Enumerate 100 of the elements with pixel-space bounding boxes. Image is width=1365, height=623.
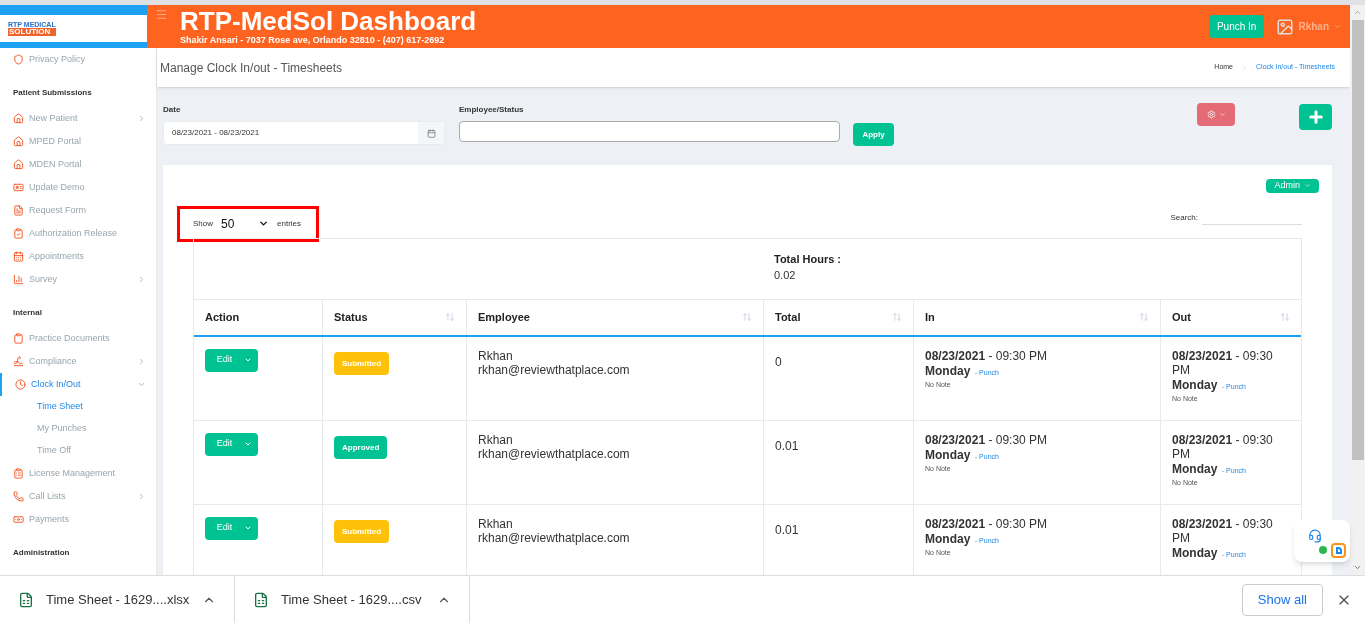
- sidebar-item[interactable]: Authorization Release: [0, 222, 156, 245]
- house-icon: [13, 113, 24, 124]
- chat-widget[interactable]: [1294, 520, 1350, 562]
- sidebar-heading: Administration: [12, 547, 71, 559]
- column-header[interactable]: Total: [764, 299, 914, 335]
- app-title: RTP-MedSol Dashboard: [180, 7, 477, 35]
- punch-day: Monday: [925, 363, 971, 378]
- punch-datetime: 08/23/2021 - 09:30 PM: [925, 348, 1049, 363]
- sidebar-heading: Internal: [12, 307, 43, 319]
- employee-status-label: Employee/Status: [459, 104, 525, 116]
- column-header[interactable]: Action: [194, 299, 323, 335]
- clipboard-list-icon: [13, 468, 24, 479]
- scrollbar-thumb[interactable]: [1351, 20, 1364, 460]
- punch-datetime: 08/23/2021 - 09:30 PM: [1172, 432, 1274, 461]
- settings-icon: [1206, 110, 1216, 119]
- punch-in-button[interactable]: Punch In: [1208, 15, 1265, 38]
- sidebar-item[interactable]: New Patient: [0, 107, 156, 130]
- employee-email: rkhan@reviewthatplace.com: [478, 362, 631, 377]
- column-header[interactable]: In: [914, 299, 1161, 335]
- user-menu[interactable]: Rkhan: [1298, 19, 1329, 34]
- settings-button[interactable]: [1197, 103, 1235, 126]
- employee-name: Rkhan: [478, 348, 514, 363]
- menu-icon[interactable]: [155, 8, 168, 21]
- employee-name: Rkhan: [478, 516, 514, 531]
- house-icon: [13, 136, 24, 147]
- entries-label: entries: [277, 217, 302, 230]
- banknote-icon: [13, 514, 24, 525]
- sidebar-item[interactable]: Payments: [0, 508, 156, 531]
- total-cell: 0: [775, 354, 782, 369]
- column-header[interactable]: Out: [1161, 299, 1301, 335]
- scroll-up-icon[interactable]: [1353, 8, 1362, 17]
- sidebar-subitem[interactable]: Time Off: [0, 440, 156, 462]
- clock-icon: [15, 379, 26, 390]
- employee-email: rkhan@reviewthatplace.com: [478, 446, 631, 461]
- scrollbar[interactable]: [1350, 5, 1365, 575]
- address-subtitle: Shakir Ansari - 7037 Rose ave, Orlando 32810 - (407) 617-2692: [180, 35, 446, 45]
- calendar-icon: [13, 251, 24, 262]
- app-logo-icon: [1331, 543, 1346, 558]
- show-all-button[interactable]: Show all: [1241, 583, 1323, 616]
- sidebar-item[interactable]: Call Lists: [0, 485, 156, 508]
- employee-email: rkhan@reviewthatplace.com: [478, 530, 631, 545]
- punch-datetime: 08/23/2021 - 09:30 PM: [1172, 516, 1274, 545]
- sidebar-item[interactable]: Practice Documents: [0, 327, 156, 350]
- punch-day: Monday: [1172, 545, 1218, 560]
- show-label: Show: [193, 217, 213, 230]
- punch-day: Monday: [1172, 377, 1218, 392]
- total-hours-value: 0.02: [774, 268, 797, 283]
- sidebar-heading: Patient Submissions: [12, 87, 93, 99]
- caret-icon[interactable]: [1333, 22, 1342, 31]
- sidebar-item[interactable]: Compliance: [0, 350, 156, 373]
- plus-icon: [1306, 108, 1325, 126]
- admin-button[interactable]: Admin: [1266, 179, 1319, 193]
- column-header[interactable]: Status: [323, 299, 467, 335]
- punch-datetime: 08/23/2021 - 09:30 PM: [1172, 348, 1274, 377]
- sidebar-item[interactable]: License Management: [0, 462, 156, 485]
- download-item[interactable]: Time Sheet - 1629....csv: [235, 576, 470, 623]
- date-range-field[interactable]: 08/23/2021 - 08/23/2021: [163, 121, 445, 145]
- sidebar-item[interactable]: Survey: [0, 268, 156, 291]
- employee-name: Rkhan: [478, 432, 514, 447]
- clipboard-check-icon: [13, 228, 24, 239]
- sidebar-item[interactable]: MPED Portal: [0, 130, 156, 153]
- sidebar-item[interactable]: Privacy Policy: [0, 48, 156, 71]
- sidebar-item[interactable]: Update Demo: [0, 176, 156, 199]
- scroll-down-icon[interactable]: [1353, 563, 1362, 572]
- caret-icon[interactable]: [244, 356, 252, 364]
- phone-icon: [13, 491, 24, 502]
- sidebar-subitem[interactable]: Time Sheet: [0, 396, 156, 418]
- total-hours-label: Total Hours :: [774, 251, 841, 267]
- calendar-icon: [426, 128, 436, 138]
- punch-day: Monday: [925, 531, 971, 546]
- column-header[interactable]: Employee: [467, 299, 764, 335]
- sidebar-item[interactable]: Appointments: [0, 245, 156, 268]
- clipboard-icon: [13, 333, 24, 344]
- document-icon: [13, 205, 24, 216]
- sidebar-subitem[interactable]: My Punches: [0, 418, 156, 440]
- caret-icon: [1304, 182, 1311, 190]
- page-title: Manage Clock In/out - Timesheets: [160, 59, 343, 77]
- edit-split-button[interactable]: Edit: [205, 348, 258, 372]
- caret-icon: [1218, 111, 1226, 118]
- chevron-down-icon: [258, 218, 269, 229]
- headset-icon: [1308, 529, 1322, 543]
- sidebar-item[interactable]: Request Form: [0, 199, 156, 222]
- sidebar-item[interactable]: MDEN Portal: [0, 153, 156, 176]
- apply-button[interactable]: Apply: [853, 123, 894, 146]
- edit-split-button[interactable]: Edit: [205, 432, 258, 456]
- employee-status-field[interactable]: [459, 121, 840, 142]
- punch-datetime: 08/23/2021 - 09:30 PM: [925, 432, 1049, 447]
- entries-select[interactable]: 50: [221, 214, 269, 233]
- spreadsheet-icon: [18, 591, 34, 608]
- status-badge: Approved: [334, 436, 388, 459]
- add-button[interactable]: [1299, 104, 1332, 130]
- caret-icon[interactable]: [244, 440, 252, 448]
- download-item[interactable]: Time Sheet - 1629....xlsx: [0, 576, 235, 623]
- signature-icon: [13, 356, 24, 367]
- avatar-icon[interactable]: [1276, 17, 1295, 36]
- edit-split-button[interactable]: Edit: [205, 516, 258, 540]
- id-card-icon: [13, 182, 24, 193]
- house-icon: [13, 159, 24, 170]
- search-label: Search:: [1170, 211, 1198, 224]
- caret-icon[interactable]: [244, 524, 252, 532]
